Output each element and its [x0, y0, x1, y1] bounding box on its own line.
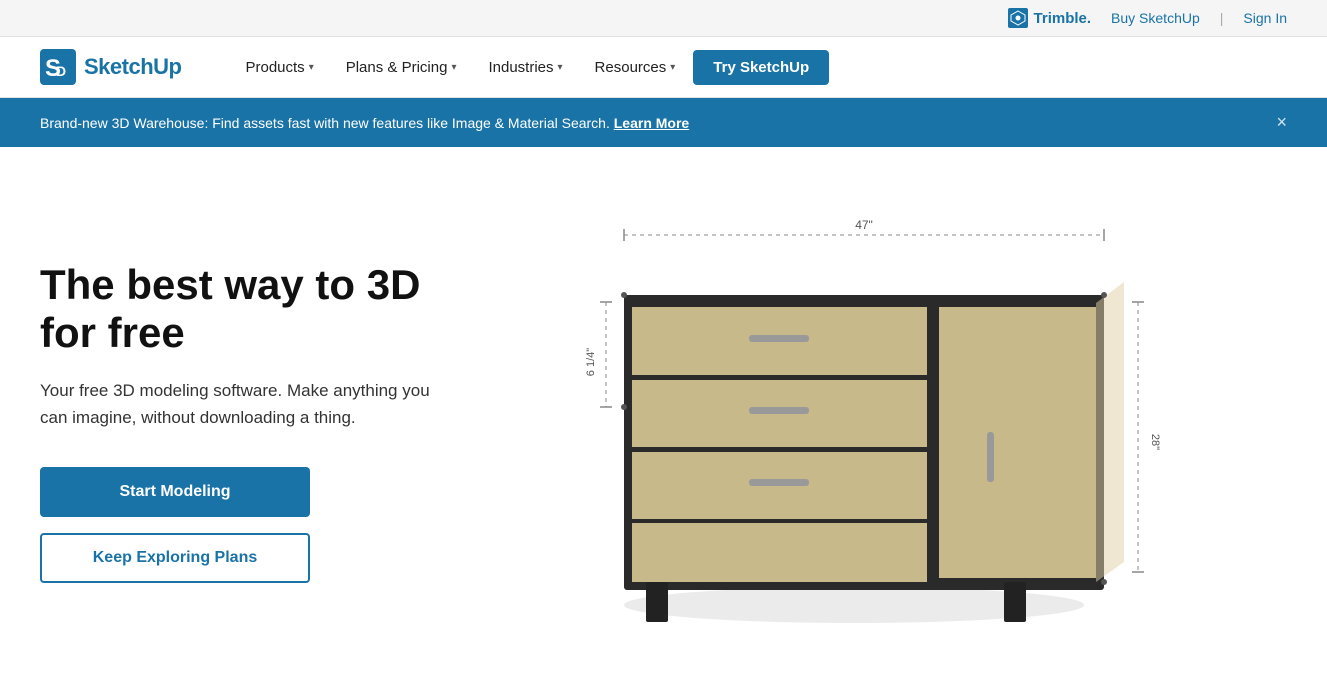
svg-text:28": 28"	[1149, 434, 1161, 450]
sign-in-link[interactable]: Sign In	[1243, 10, 1287, 26]
plans-chevron-icon: ▾	[451, 62, 456, 73]
nav-plans-pricing[interactable]: Plans & Pricing ▾	[332, 51, 471, 84]
buy-sketchup-link[interactable]: Buy SketchUp	[1111, 10, 1200, 26]
resources-chevron-icon: ▾	[670, 62, 675, 73]
nav-products[interactable]: Products ▾	[231, 51, 327, 84]
banner-close-button[interactable]: ×	[1276, 112, 1287, 133]
banner-text: Brand-new 3D Warehouse: Find assets fast…	[40, 115, 1256, 131]
banner-learn-more-link[interactable]: Learn More	[614, 115, 689, 131]
svg-text:6 1/4": 6 1/4"	[585, 348, 597, 376]
hero-title: The best way to 3D for free	[40, 261, 460, 358]
trimble-brand: Trimble.	[1008, 8, 1092, 28]
announcement-banner: Brand-new 3D Warehouse: Find assets fast…	[0, 98, 1327, 147]
trimble-label: Trimble.	[1034, 10, 1092, 27]
hero-content: The best way to 3D for free Your free 3D…	[40, 261, 460, 584]
svg-text:47": 47"	[855, 218, 873, 232]
nav-try-sketchup[interactable]: Try SketchUp	[693, 50, 829, 85]
start-modeling-button[interactable]: Start Modeling	[40, 467, 310, 517]
sketchup-icon: S D	[40, 49, 76, 85]
industries-chevron-icon: ▾	[558, 62, 563, 73]
svg-text:D: D	[56, 63, 66, 79]
hero-section: The best way to 3D for free Your free 3D…	[0, 147, 1327, 677]
nav-resources[interactable]: Resources ▾	[581, 51, 690, 84]
main-nav: S D SketchUp Products ▾ Plans & Pricing …	[0, 37, 1327, 98]
hero-image: 47" 6 1/4" 28"	[460, 207, 1287, 637]
dresser-illustration: 47" 6 1/4" 28"	[564, 207, 1184, 637]
top-bar: Trimble. Buy SketchUp | Sign In	[0, 0, 1327, 37]
nav-items: Products ▾ Plans & Pricing ▾ Industries …	[231, 50, 1287, 85]
hero-subtitle: Your free 3D modeling software. Make any…	[40, 377, 460, 431]
products-chevron-icon: ▾	[309, 62, 314, 73]
sketchup-logo-link[interactable]: S D SketchUp	[40, 49, 181, 85]
nav-industries[interactable]: Industries ▾	[474, 51, 576, 84]
sketchup-logo-text: SketchUp	[84, 54, 181, 80]
divider: |	[1220, 10, 1224, 26]
dresser-svg: 47" 6 1/4" 28"	[564, 207, 1184, 637]
trimble-icon	[1008, 8, 1028, 28]
keep-exploring-plans-button[interactable]: Keep Exploring Plans	[40, 533, 310, 583]
